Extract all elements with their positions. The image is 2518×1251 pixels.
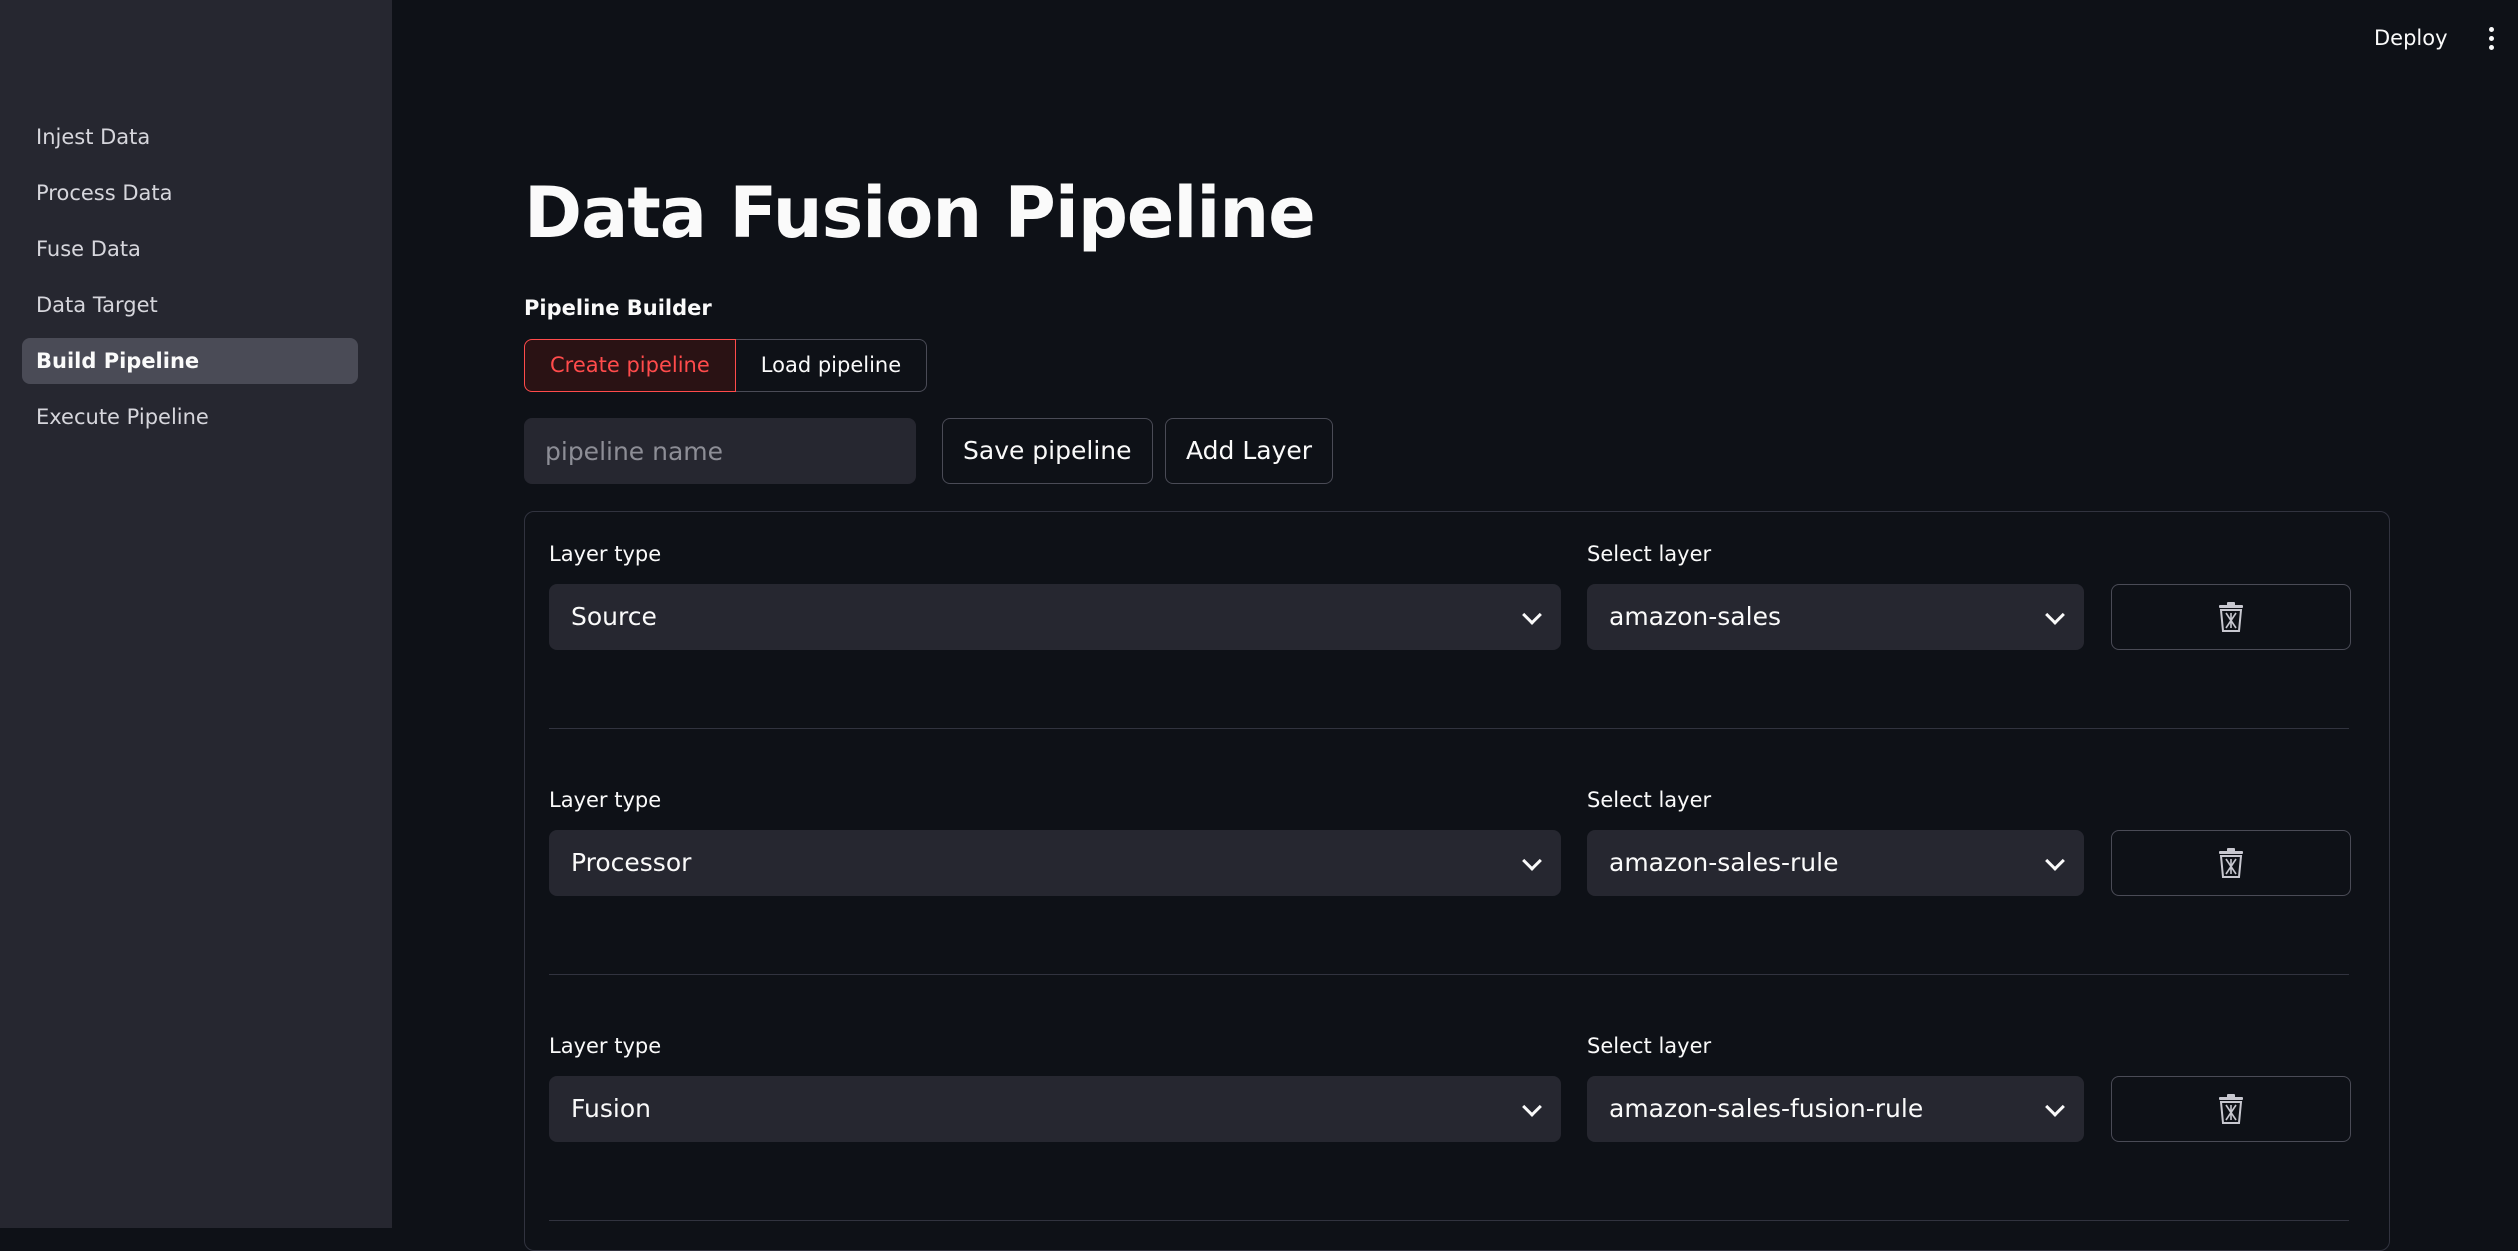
- trash-icon: [2219, 1094, 2243, 1124]
- select-layer-label: Select layer: [1587, 542, 1712, 566]
- layers-container: Layer type Source Select layer amazon-sa…: [524, 511, 2390, 1251]
- sidebar-item-process-data[interactable]: Process Data: [22, 170, 358, 216]
- load-pipeline-tab[interactable]: Load pipeline: [735, 339, 928, 392]
- sidebar-item-fuse-data[interactable]: Fuse Data: [22, 226, 358, 272]
- layer-divider: [549, 728, 2349, 729]
- layer-row: Layer type Source Select layer amazon-sa…: [549, 512, 2351, 758]
- save-pipeline-button[interactable]: Save pipeline: [942, 418, 1153, 484]
- chevron-down-icon: [1522, 851, 1542, 871]
- select-layer-label: Select layer: [1587, 788, 1712, 812]
- chevron-down-icon: [2045, 1097, 2065, 1117]
- sidebar-item-build-pipeline[interactable]: Build Pipeline: [22, 338, 358, 384]
- sidebar-item-data-target[interactable]: Data Target: [22, 282, 358, 328]
- layer-type-select[interactable]: Fusion: [549, 1076, 1561, 1142]
- layer-divider: [549, 974, 2349, 975]
- layer-type-label: Layer type: [549, 1034, 662, 1058]
- pipeline-builder-label: Pipeline Builder: [524, 296, 712, 320]
- create-pipeline-tab[interactable]: Create pipeline: [524, 339, 736, 392]
- delete-layer-button[interactable]: [2111, 1076, 2351, 1142]
- select-layer-value: amazon-sales-fusion-rule: [1609, 1094, 1924, 1123]
- sidebar-item-execute-pipeline[interactable]: Execute Pipeline: [22, 394, 358, 440]
- select-layer-select[interactable]: amazon-sales-rule: [1587, 830, 2084, 896]
- pipeline-mode-toggle: Create pipeline Load pipeline: [524, 339, 928, 392]
- select-layer-value: amazon-sales: [1609, 602, 1781, 631]
- select-layer-label: Select layer: [1587, 1034, 1712, 1058]
- add-layer-button[interactable]: Add Layer: [1165, 418, 1334, 484]
- pipeline-name-input[interactable]: [524, 418, 916, 484]
- layer-row: Layer type Fusion Select layer amazon-sa…: [549, 1004, 2351, 1250]
- select-layer-select[interactable]: amazon-sales-fusion-rule: [1587, 1076, 2084, 1142]
- sidebar-item-injest-data[interactable]: Injest Data: [22, 114, 358, 160]
- delete-layer-button[interactable]: [2111, 830, 2351, 896]
- layer-type-value: Source: [571, 602, 657, 631]
- layer-divider: [549, 1220, 2349, 1221]
- layer-type-value: Processor: [571, 848, 692, 877]
- trash-icon: [2219, 848, 2243, 878]
- vertical-dots-icon[interactable]: [2476, 18, 2506, 58]
- chevron-down-icon: [2045, 605, 2065, 625]
- sidebar: Injest Data Process Data Fuse Data Data …: [0, 0, 392, 1228]
- layer-type-select[interactable]: Source: [549, 584, 1561, 650]
- chevron-down-icon: [2045, 851, 2065, 871]
- select-layer-select[interactable]: amazon-sales: [1587, 584, 2084, 650]
- layer-type-label: Layer type: [549, 788, 662, 812]
- chevron-down-icon: [1522, 605, 1542, 625]
- select-layer-value: amazon-sales-rule: [1609, 848, 1839, 877]
- chevron-down-icon: [1522, 1097, 1542, 1117]
- page-title: Data Fusion Pipeline: [524, 172, 1316, 254]
- layer-type-label: Layer type: [549, 542, 662, 566]
- deploy-button[interactable]: Deploy: [2358, 20, 2464, 56]
- sidebar-nav: Injest Data Process Data Fuse Data Data …: [22, 114, 358, 450]
- layer-type-value: Fusion: [571, 1094, 651, 1123]
- layer-row: Layer type Processor Select layer amazon…: [549, 758, 2351, 1004]
- layer-type-select[interactable]: Processor: [549, 830, 1561, 896]
- trash-icon: [2219, 602, 2243, 632]
- delete-layer-button[interactable]: [2111, 584, 2351, 650]
